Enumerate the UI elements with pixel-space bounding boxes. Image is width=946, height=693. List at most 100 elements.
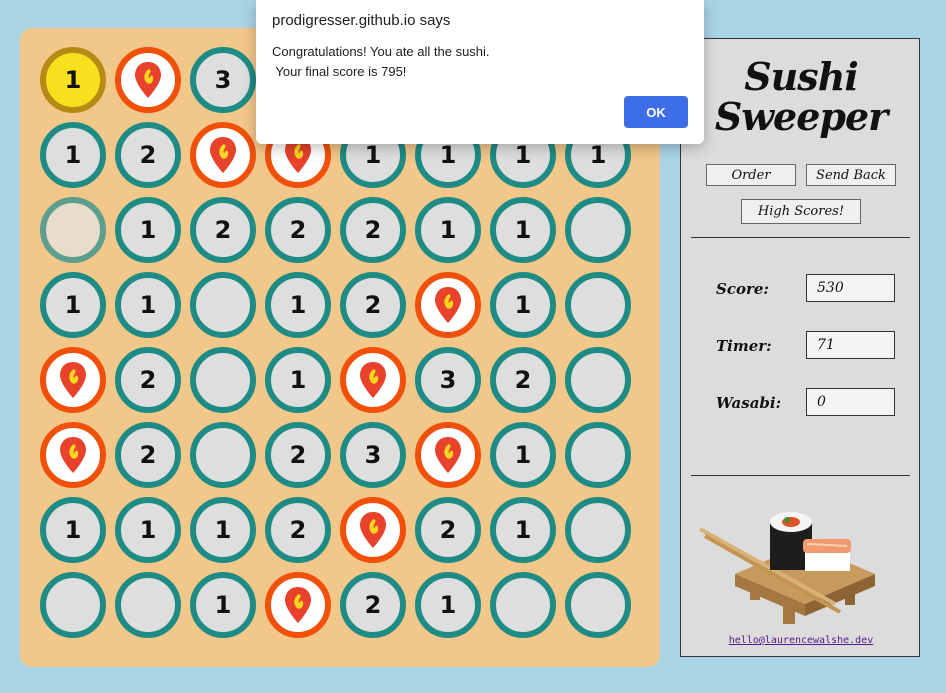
cell-count: 1	[514, 141, 532, 169]
side-panel: Sushi Sweeper Order Send Back High Score…	[680, 38, 920, 657]
board-cell[interactable]	[565, 272, 631, 338]
board-cell[interactable]: 1	[115, 197, 181, 263]
board-cell[interactable]	[565, 422, 631, 488]
dialog-ok-button[interactable]: OK	[624, 96, 688, 128]
cell-count: 3	[214, 66, 232, 94]
sushi-icon	[133, 60, 163, 100]
send-back-button[interactable]: Send Back	[806, 164, 896, 186]
cell-count: 3	[364, 441, 382, 469]
board-cell[interactable]: 1	[115, 272, 181, 338]
cell-count: 2	[139, 441, 157, 469]
score-label: Score:	[716, 280, 769, 298]
cell-count: 3	[439, 366, 457, 394]
sushi-icon	[283, 585, 313, 625]
board-cell[interactable]: 3	[190, 47, 256, 113]
board-cell[interactable]: 2	[340, 572, 406, 638]
cell-count: 2	[289, 516, 307, 544]
sushi-cell[interactable]	[415, 422, 481, 488]
board-cell[interactable]: 2	[415, 497, 481, 563]
board-cell[interactable]	[190, 347, 256, 413]
sushi-cell[interactable]	[40, 422, 106, 488]
board-cell[interactable]	[190, 272, 256, 338]
cell-count: 1	[289, 291, 307, 319]
board-cell[interactable]: 1	[490, 422, 556, 488]
board-cell[interactable]: 1	[190, 572, 256, 638]
board-cell[interactable]: 1	[415, 572, 481, 638]
cell-count: 1	[139, 291, 157, 319]
board-cell[interactable]	[40, 197, 106, 263]
board-cell[interactable]	[190, 422, 256, 488]
timer-field: 71	[806, 331, 895, 359]
cell-count: 1	[589, 141, 607, 169]
board-cell[interactable]: 2	[490, 347, 556, 413]
cell-count: 2	[364, 591, 382, 619]
board-cell[interactable]	[565, 347, 631, 413]
alert-dialog: prodigresser.github.io says Congratulati…	[256, 0, 704, 144]
cell-count: 1	[139, 216, 157, 244]
board-cell[interactable]: 2	[265, 497, 331, 563]
high-scores-button[interactable]: High Scores!	[741, 199, 861, 224]
sushi-icon	[433, 435, 463, 475]
board-cell[interactable]: 1	[490, 272, 556, 338]
board-cell[interactable]: 1	[40, 497, 106, 563]
order-button[interactable]: Order	[706, 164, 796, 186]
sushi-icon	[358, 510, 388, 550]
board-cell[interactable]: 1	[40, 47, 106, 113]
board-cell[interactable]: 3	[340, 422, 406, 488]
board-cell[interactable]: 1	[490, 197, 556, 263]
wasabi-label: Wasabi:	[716, 394, 782, 412]
cell-count: 2	[289, 216, 307, 244]
cell-count: 1	[64, 291, 82, 319]
board-cell[interactable]: 2	[115, 122, 181, 188]
cell-count: 2	[289, 441, 307, 469]
board-cell[interactable]: 2	[190, 197, 256, 263]
cell-count: 1	[214, 516, 232, 544]
sushi-icon	[58, 360, 88, 400]
cell-count: 1	[64, 66, 82, 94]
contact-email-link[interactable]: hello@laurencewalshe.dev	[681, 635, 921, 646]
timer-label: Timer:	[716, 337, 772, 355]
wasabi-field: 0	[806, 388, 895, 416]
sushi-cell[interactable]	[415, 272, 481, 338]
board-cell[interactable]: 1	[415, 197, 481, 263]
divider-top	[691, 237, 910, 238]
board-cell[interactable]	[490, 572, 556, 638]
board-cell[interactable]: 2	[115, 347, 181, 413]
cell-count: 2	[364, 216, 382, 244]
board-cell[interactable]: 2	[265, 197, 331, 263]
board-cell[interactable]: 1	[115, 497, 181, 563]
board-cell[interactable]	[565, 572, 631, 638]
cell-count: 1	[64, 141, 82, 169]
sushi-icon	[358, 360, 388, 400]
board-cell[interactable]: 2	[340, 272, 406, 338]
sushi-illustration	[699, 512, 875, 624]
sushi-cell[interactable]	[340, 497, 406, 563]
board-cell[interactable]	[565, 197, 631, 263]
sushi-cell[interactable]	[40, 347, 106, 413]
cell-count: 2	[214, 216, 232, 244]
board-cell[interactable]	[565, 497, 631, 563]
board-cell[interactable]: 1	[490, 497, 556, 563]
cell-count: 2	[139, 366, 157, 394]
board-cell[interactable]	[115, 572, 181, 638]
board-cell[interactable]: 2	[115, 422, 181, 488]
board-cell[interactable]: 2	[340, 197, 406, 263]
cell-count: 1	[439, 141, 457, 169]
board-cell[interactable]: 1	[190, 497, 256, 563]
sushi-cell[interactable]	[115, 47, 181, 113]
cell-count: 1	[514, 291, 532, 319]
cell-count: 1	[439, 216, 457, 244]
board-cell[interactable]: 1	[265, 347, 331, 413]
sushi-cell[interactable]	[265, 572, 331, 638]
sushi-cell[interactable]	[340, 347, 406, 413]
board-cell[interactable]	[40, 572, 106, 638]
board-cell[interactable]: 3	[415, 347, 481, 413]
title-line-1: Sushi	[744, 54, 859, 99]
game-title: Sushi Sweeper	[681, 57, 921, 137]
board-cell[interactable]: 1	[40, 272, 106, 338]
score-field: 530	[806, 274, 895, 302]
board-cell[interactable]: 1	[40, 122, 106, 188]
board-cell[interactable]: 2	[265, 422, 331, 488]
sushi-cell[interactable]	[190, 122, 256, 188]
board-cell[interactable]: 1	[265, 272, 331, 338]
